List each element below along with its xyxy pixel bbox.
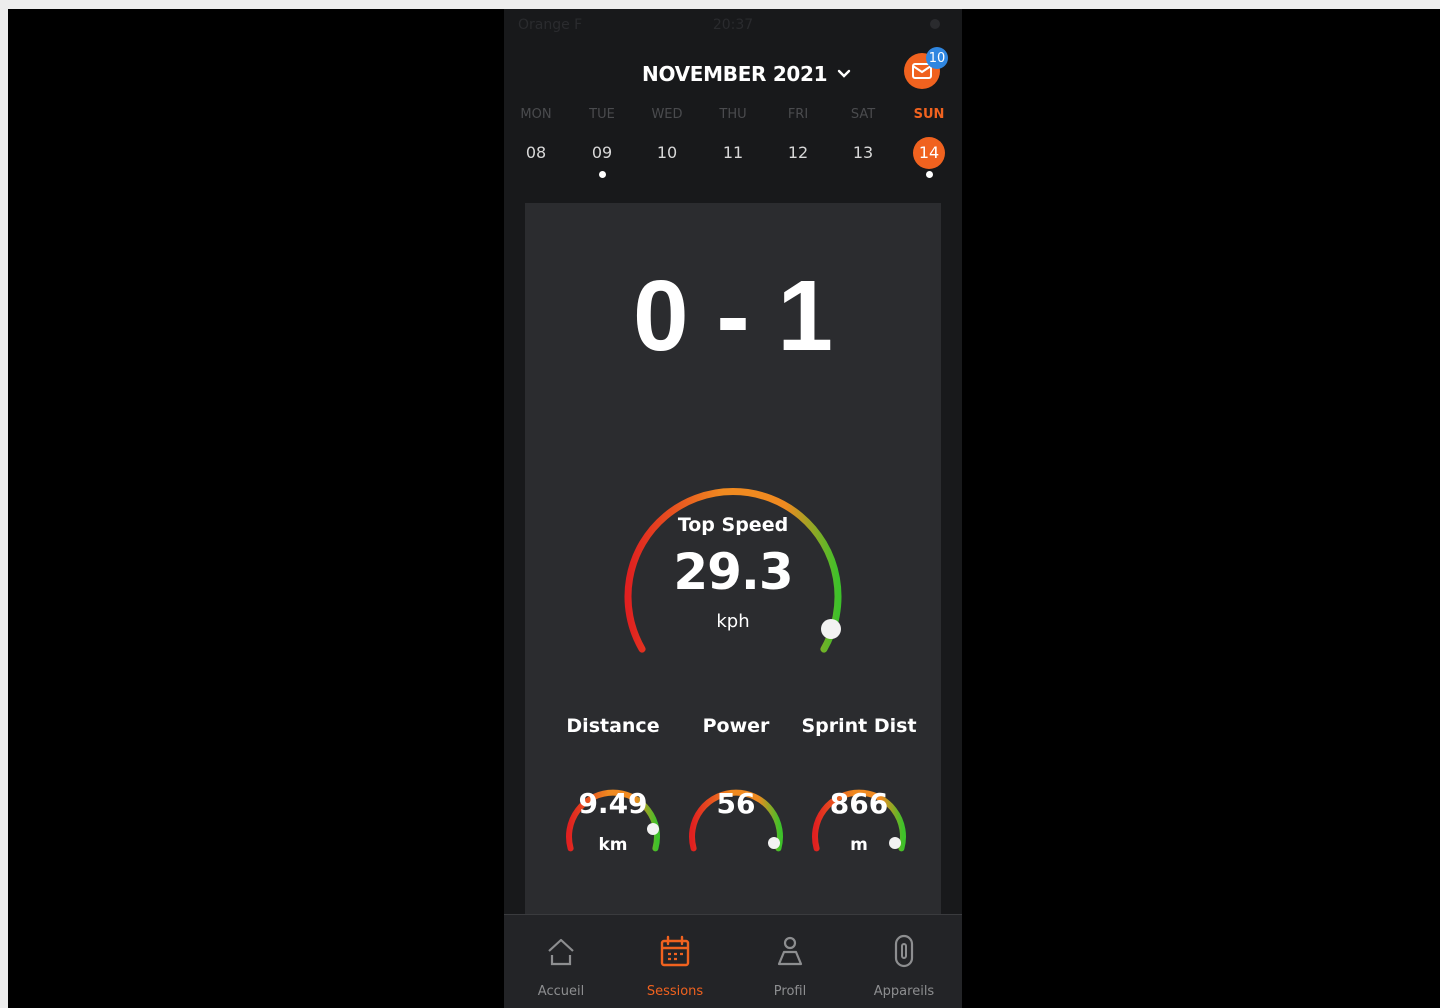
day-name: SAT (850, 107, 876, 122)
day-name: THU (719, 107, 747, 122)
day-fri[interactable]: FRI 12 (773, 107, 823, 169)
tab-profil[interactable]: Profil (733, 915, 847, 1008)
bottom-tab-bar: Accueil Sessions Profil Appareils (504, 914, 962, 1008)
chevron-down-icon (838, 69, 851, 78)
day-number: 08 (525, 143, 547, 162)
day-mon[interactable]: MON 08 (511, 107, 561, 169)
sprint-dist-value: 866 (829, 787, 889, 820)
tab-accueil-label: Accueil (537, 984, 585, 999)
day-sun[interactable]: SUN 14 (904, 107, 954, 178)
day-name: TUE (589, 107, 615, 122)
tab-accueil[interactable]: Accueil (504, 915, 618, 1008)
day-tue[interactable]: TUE 09 (577, 107, 627, 178)
phone-screen: Orange F 20:37 NOVEMBER 2021 10 MON 08 TUE… (504, 9, 962, 1008)
tab-profil-label: Profil (773, 984, 807, 999)
session-dot (925, 171, 933, 178)
day-number: 09 (591, 143, 613, 162)
month-label: NOVEMBER 2021 (642, 62, 828, 86)
sprint-dist-label: Sprint Dist (801, 715, 917, 737)
sprint-dist-unit: m (850, 835, 868, 855)
tab-sessions[interactable]: Sessions (618, 915, 732, 1008)
top-speed-value: 29.3 (673, 543, 793, 601)
day-number: 14 (913, 137, 945, 169)
calendar-icon (660, 935, 690, 967)
day-number: 12 (787, 143, 809, 162)
month-selector[interactable]: NOVEMBER 2021 (642, 62, 851, 86)
session-dot (598, 171, 606, 178)
day-number: 13 (852, 143, 874, 162)
distance-unit: km (598, 835, 628, 855)
top-speed-unit: kph (716, 611, 750, 632)
day-name: MON (520, 107, 552, 122)
day-thu[interactable]: THU 11 (708, 107, 758, 169)
power-knob (768, 837, 780, 849)
day-number: 11 (722, 143, 744, 162)
day-name: SUN (913, 107, 945, 122)
battery-icon (930, 19, 940, 29)
day-sat[interactable]: SAT 13 (838, 107, 888, 169)
profile-icon (777, 936, 803, 966)
distance-knob (647, 823, 659, 835)
status-bar: Orange F 20:37 (504, 17, 962, 37)
day-name: FRI (787, 107, 809, 122)
session-card: 0 - 1 Top Speed 29.3 kph Distance 9.49 k… (525, 203, 941, 933)
top-speed-label: Top Speed (677, 514, 789, 536)
tab-appareils[interactable]: Appareils (847, 915, 961, 1008)
distance-value: 9.49 (578, 787, 648, 820)
notification-badge: 10 (926, 47, 948, 69)
day-name: WED (651, 107, 683, 122)
day-number: 10 (656, 143, 678, 162)
home-icon (548, 938, 574, 966)
device-icon (894, 934, 914, 968)
day-wed[interactable]: WED 10 (642, 107, 692, 169)
tab-appareils-label: Appareils (873, 984, 935, 999)
power-label: Power (702, 715, 770, 737)
power-value: 56 (716, 787, 756, 820)
week-strip: MON 08 TUE 09 WED 10 THU 11 FRI 12 SAT 13 SUN 14 (504, 107, 962, 197)
tab-sessions-label: Sessions (646, 984, 704, 999)
status-clock: 20:37 (712, 17, 754, 33)
distance-label: Distance (566, 715, 660, 737)
